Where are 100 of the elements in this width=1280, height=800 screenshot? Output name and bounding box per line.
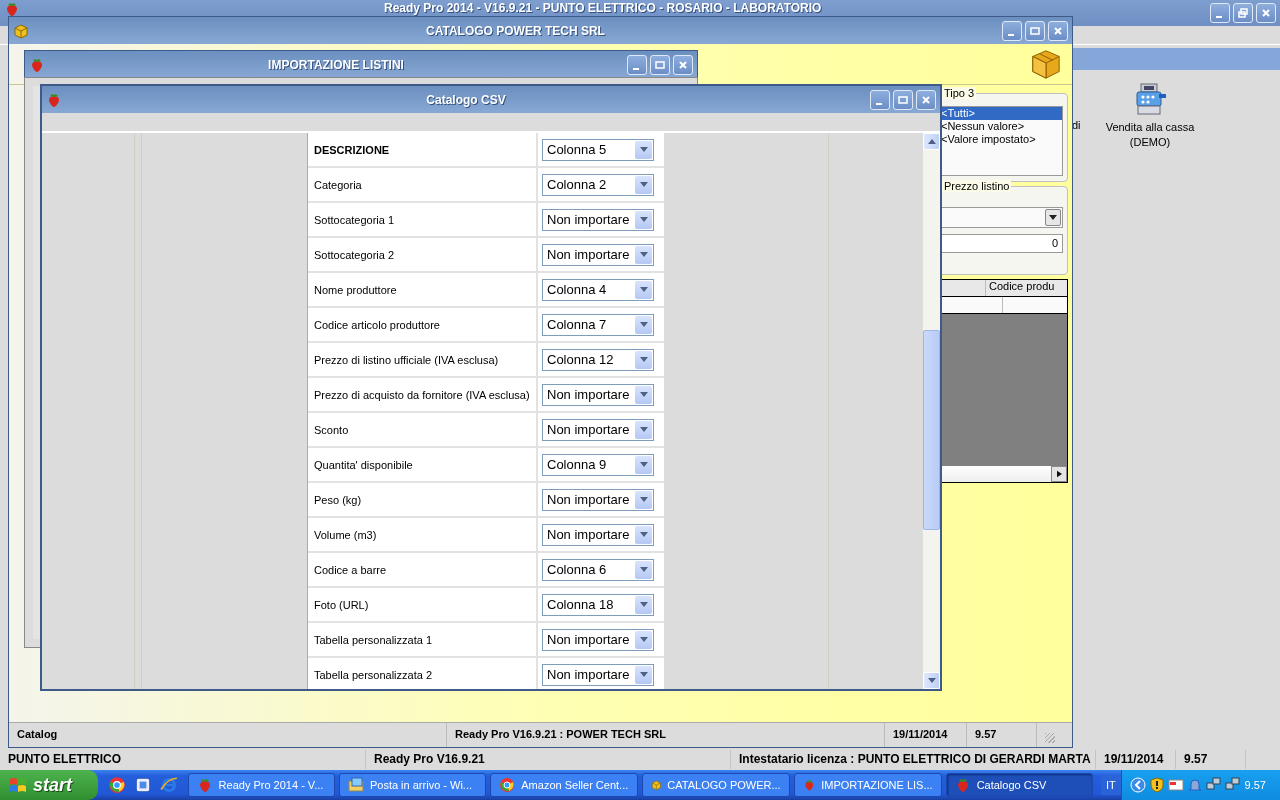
window-title: Catalogo CSV <box>426 92 506 107</box>
resize-grip-icon[interactable] <box>1045 733 1055 743</box>
column-dropdown[interactable]: Non importare <box>542 243 654 266</box>
strawberry-icon <box>29 56 45 73</box>
browser-icon <box>499 777 516 793</box>
close-icon <box>921 94 931 105</box>
minimize-button[interactable] <box>627 54 647 75</box>
restore-button[interactable] <box>1233 3 1253 23</box>
maximize-icon <box>1030 25 1040 36</box>
maximize-button[interactable] <box>650 54 670 75</box>
field-label: Prezzo di acquisto da fornitore (IVA esclusa) <box>308 378 538 411</box>
column-dropdown[interactable]: Non importare <box>542 383 654 406</box>
internet-explorer-icon[interactable] <box>159 776 178 794</box>
bell-icon[interactable] <box>1186 777 1203 793</box>
strawberry-icon <box>802 777 816 793</box>
close-button[interactable] <box>673 54 693 75</box>
column-header[interactable]: Codice produ <box>986 280 1067 296</box>
list-item[interactable]: <Tutti> <box>939 107 1062 120</box>
field-label: Sottocategoria 1 <box>308 203 538 236</box>
column-dropdown[interactable]: Non importare <box>542 208 654 231</box>
status-bar-field: PUNTO ELETTRICO <box>0 750 366 769</box>
caret-icon <box>639 671 648 678</box>
strawberry-icon <box>4 1 20 17</box>
vertical-scrollbar[interactable] <box>923 133 940 689</box>
window-title: Ready Pro 2014 - V16.9.21 - PUNTO ELETTRICO - ROSARIO - LABORATORIO <box>384 1 822 15</box>
network-icon[interactable] <box>1224 777 1241 793</box>
window-title: IMPORTAZIONE LISTINI <box>268 57 404 72</box>
down-arrow-icon <box>927 677 936 684</box>
taskbar-button[interactable]: Posta in arrivo - Wi... <box>338 773 487 797</box>
card-icon[interactable] <box>1167 777 1184 793</box>
strawberry-icon <box>46 91 62 108</box>
column-dropdown[interactable]: Colonna 9 <box>542 453 654 476</box>
box-icon <box>1030 48 1062 80</box>
right-arrow-icon <box>1056 470 1062 478</box>
close-button[interactable] <box>1256 3 1276 23</box>
caret-icon <box>639 321 648 328</box>
minimize-icon <box>876 102 882 105</box>
caret-icon <box>639 636 648 643</box>
minimize-button[interactable] <box>1002 20 1022 41</box>
minimize-button[interactable] <box>870 89 890 110</box>
cash-register-icon[interactable] <box>1133 82 1167 116</box>
scroll-down-button[interactable] <box>923 672 940 689</box>
mail-icon <box>347 777 364 793</box>
close-button[interactable] <box>916 89 936 110</box>
status-bar-field: Catalog <box>9 723 447 747</box>
column-dropdown[interactable]: Colonna 7 <box>542 313 654 336</box>
list-item[interactable]: <Nessun valore> <box>939 120 1062 133</box>
network-icon[interactable] <box>1205 777 1222 793</box>
maximize-icon <box>898 94 908 105</box>
scroll-right-button[interactable] <box>1051 466 1067 482</box>
status-bar-field: 19/11/2014 <box>1096 750 1176 769</box>
caret-icon <box>1049 214 1057 221</box>
status-bar-field: 19/11/2014 <box>885 723 967 747</box>
caret-icon <box>639 286 648 293</box>
column-dropdown[interactable]: Colonna 4 <box>542 278 654 301</box>
status-bar-field: Ready Pro V16.9.21 : POWER TECH SRL <box>447 723 885 747</box>
field-label: Sottocategoria 2 <box>308 238 538 271</box>
shortcut-label[interactable]: Vendita alla cassa (DEMO) <box>1102 120 1198 150</box>
column-dropdown[interactable]: Colonna 2 <box>542 173 654 196</box>
column-dropdown[interactable]: Colonna 18 <box>542 593 654 616</box>
field-label: Nome produttore <box>308 273 538 306</box>
taskbar-button[interactable]: Catalogo CSV <box>945 773 1093 797</box>
box-icon <box>650 777 662 793</box>
caret-icon <box>639 461 648 468</box>
caret-icon <box>639 251 648 258</box>
minimize-button[interactable] <box>1210 3 1230 23</box>
taskbar-button[interactable]: Amazon Seller Cent... <box>490 773 638 797</box>
taskbar-button[interactable]: IMPORTAZIONE LIS... <box>793 773 942 797</box>
list-item[interactable]: <Valore impostato> <box>939 133 1062 146</box>
status-bar-field: 9.57 <box>967 723 1037 747</box>
field-label: Codice articolo produttore <box>308 308 538 341</box>
scrollbar-thumb[interactable] <box>923 330 940 530</box>
column-dropdown[interactable]: Colonna 12 <box>542 348 654 371</box>
restore-icon <box>1238 8 1248 18</box>
column-dropdown[interactable]: Non importare <box>542 628 654 651</box>
maximize-button[interactable] <box>1025 20 1045 41</box>
language-indicator[interactable]: IT <box>1100 775 1121 795</box>
column-dropdown[interactable]: Non importare <box>542 523 654 546</box>
field-label: Codice a barre <box>308 553 538 586</box>
column-dropdown[interactable]: Non importare <box>542 418 654 441</box>
field-label: DESCRIZIONE <box>308 133 538 166</box>
maximize-button[interactable] <box>893 89 913 110</box>
desktop-icon[interactable] <box>133 776 152 794</box>
close-button[interactable] <box>1048 20 1068 41</box>
caret-icon <box>639 146 648 153</box>
taskbar-button[interactable]: Ready Pro 2014 - V... <box>187 773 335 797</box>
taskbar-button[interactable]: CATALOGO POWER... <box>641 773 790 797</box>
column-dropdown[interactable]: Colonna 5 <box>542 138 654 161</box>
shield-icon[interactable] <box>1148 777 1165 793</box>
field-label: Tabella personalizzata 2 <box>308 658 538 689</box>
window-title: CATALOGO POWER TECH SRL <box>426 23 605 38</box>
minimize-icon <box>1216 16 1222 18</box>
field-label: Volume (m3) <box>308 518 538 551</box>
column-dropdown[interactable]: Non importare <box>542 663 654 686</box>
column-dropdown[interactable]: Non importare <box>542 488 654 511</box>
shortcut-label: di <box>1072 119 1081 131</box>
browser-icon[interactable] <box>107 776 126 794</box>
column-dropdown[interactable]: Colonna 6 <box>542 558 654 581</box>
scroll-up-button[interactable] <box>923 133 940 150</box>
close-icon <box>678 59 688 70</box>
